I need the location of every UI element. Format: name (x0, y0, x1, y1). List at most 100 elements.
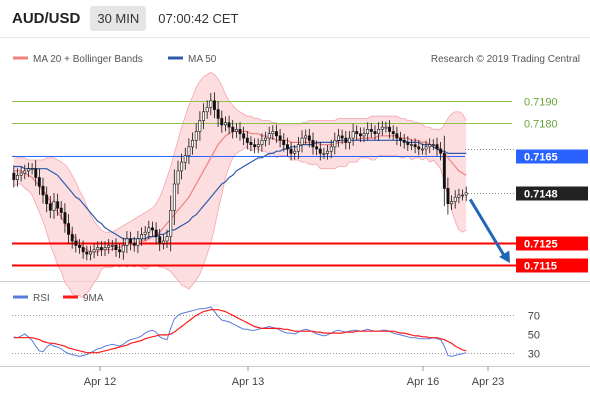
candle-up (264, 137, 267, 141)
time-tick-label: Apr 23 (472, 376, 504, 388)
candle-up (453, 196, 457, 202)
candle-up (110, 245, 114, 247)
resistance-label: 0.7190 (524, 97, 558, 109)
candle-down (41, 185, 45, 196)
candle-up (260, 140, 264, 146)
candle-down (373, 131, 377, 135)
candle-up (431, 144, 435, 146)
candle-down (340, 135, 344, 139)
candle-up (464, 192, 468, 196)
candle-down (391, 131, 395, 135)
chart-canvas: MA 20 + Bollinger Bands MA 50 Research ©… (0, 37, 590, 388)
time-axis: Apr 12 Apr 13 Apr 16 Apr 23 (84, 366, 504, 388)
candle-up (194, 131, 198, 141)
candle-up (165, 236, 169, 242)
candle-up (300, 137, 304, 146)
candle-up (162, 240, 165, 244)
candle-down (129, 238, 132, 244)
forecast-arrow (468, 198, 510, 264)
legend-rsi-label: RSI (33, 293, 50, 304)
candle-up (23, 170, 27, 174)
candle-up (377, 129, 381, 135)
candle-down (413, 144, 417, 148)
candle-up (293, 150, 297, 154)
candle-down (315, 146, 319, 150)
candle-up (224, 122, 227, 126)
candle-down (417, 146, 421, 150)
candle-up (362, 133, 366, 137)
candle-down (274, 131, 278, 137)
candle-down (369, 129, 373, 132)
candle-down (34, 168, 38, 178)
candle-up (384, 126, 388, 129)
candle-down (245, 137, 249, 143)
candle-down (344, 137, 348, 143)
candle-up (351, 131, 355, 139)
candle-down (151, 227, 154, 231)
candle-up (267, 133, 271, 139)
candle-down (402, 140, 406, 143)
candle-up (30, 168, 34, 170)
candle-up (92, 249, 96, 253)
candle-down (67, 223, 71, 235)
candle-down (242, 133, 246, 139)
candle-down (289, 148, 293, 154)
candle-up (461, 194, 464, 197)
candle-down (439, 148, 443, 154)
price-level-labels: 0.7190 0.7180 0.7165 0.7148 0.7125 0.7115 (516, 97, 588, 273)
candle-down (154, 229, 158, 237)
candle-up (187, 146, 191, 156)
candle-up (180, 161, 184, 172)
candle-up (125, 238, 129, 246)
main-legend: MA 20 + Bollinger Bands MA 50 Research ©… (13, 54, 580, 65)
candle-down (249, 142, 253, 145)
candle-up (107, 245, 111, 248)
candle-down (59, 207, 63, 213)
time-tick-label: Apr 12 (84, 376, 116, 388)
candle-down (37, 177, 41, 187)
candle-up (333, 140, 337, 148)
candle-up (304, 135, 308, 139)
time-tick-label: Apr 16 (407, 376, 439, 388)
candle-up (169, 210, 173, 237)
bollinger-band (13, 71, 467, 299)
resistance-label: 0.7180 (524, 119, 558, 131)
candle-up (329, 146, 333, 152)
candle-up (96, 247, 100, 251)
candle-down (227, 122, 231, 128)
candle-down (158, 236, 162, 244)
candle-down (435, 144, 439, 150)
candle-up (326, 150, 329, 154)
candle-up (450, 201, 454, 205)
candle-down (307, 135, 311, 141)
rsi-tick-label: 70 (528, 311, 540, 323)
candle-up (205, 107, 209, 113)
candle-down (213, 100, 216, 110)
candle-down (85, 251, 89, 255)
candle-down (442, 153, 446, 189)
candle-down (238, 129, 242, 135)
candle-down (355, 131, 359, 135)
candle-up (256, 144, 260, 148)
candle-up (409, 144, 413, 146)
legend-ma50-label: MA 50 (188, 54, 217, 65)
candle-down (220, 118, 224, 126)
candle-down (74, 240, 78, 246)
candle-up (176, 170, 180, 185)
candle-down (446, 188, 450, 204)
candle-up (380, 126, 384, 130)
candle-down (114, 245, 118, 251)
candle-up (103, 247, 107, 251)
candle-up (140, 234, 143, 240)
candle-up (19, 172, 23, 176)
candle-down (216, 109, 220, 119)
candle-down (253, 144, 257, 148)
candle-up (347, 137, 351, 143)
candle-up (89, 251, 92, 255)
candle-down (78, 245, 82, 248)
candle-down (311, 140, 315, 148)
candle-up (202, 111, 205, 121)
legend-9ma-label: 9MA (83, 293, 104, 304)
candle-up (183, 155, 187, 163)
rsi-lines (13, 306, 467, 357)
